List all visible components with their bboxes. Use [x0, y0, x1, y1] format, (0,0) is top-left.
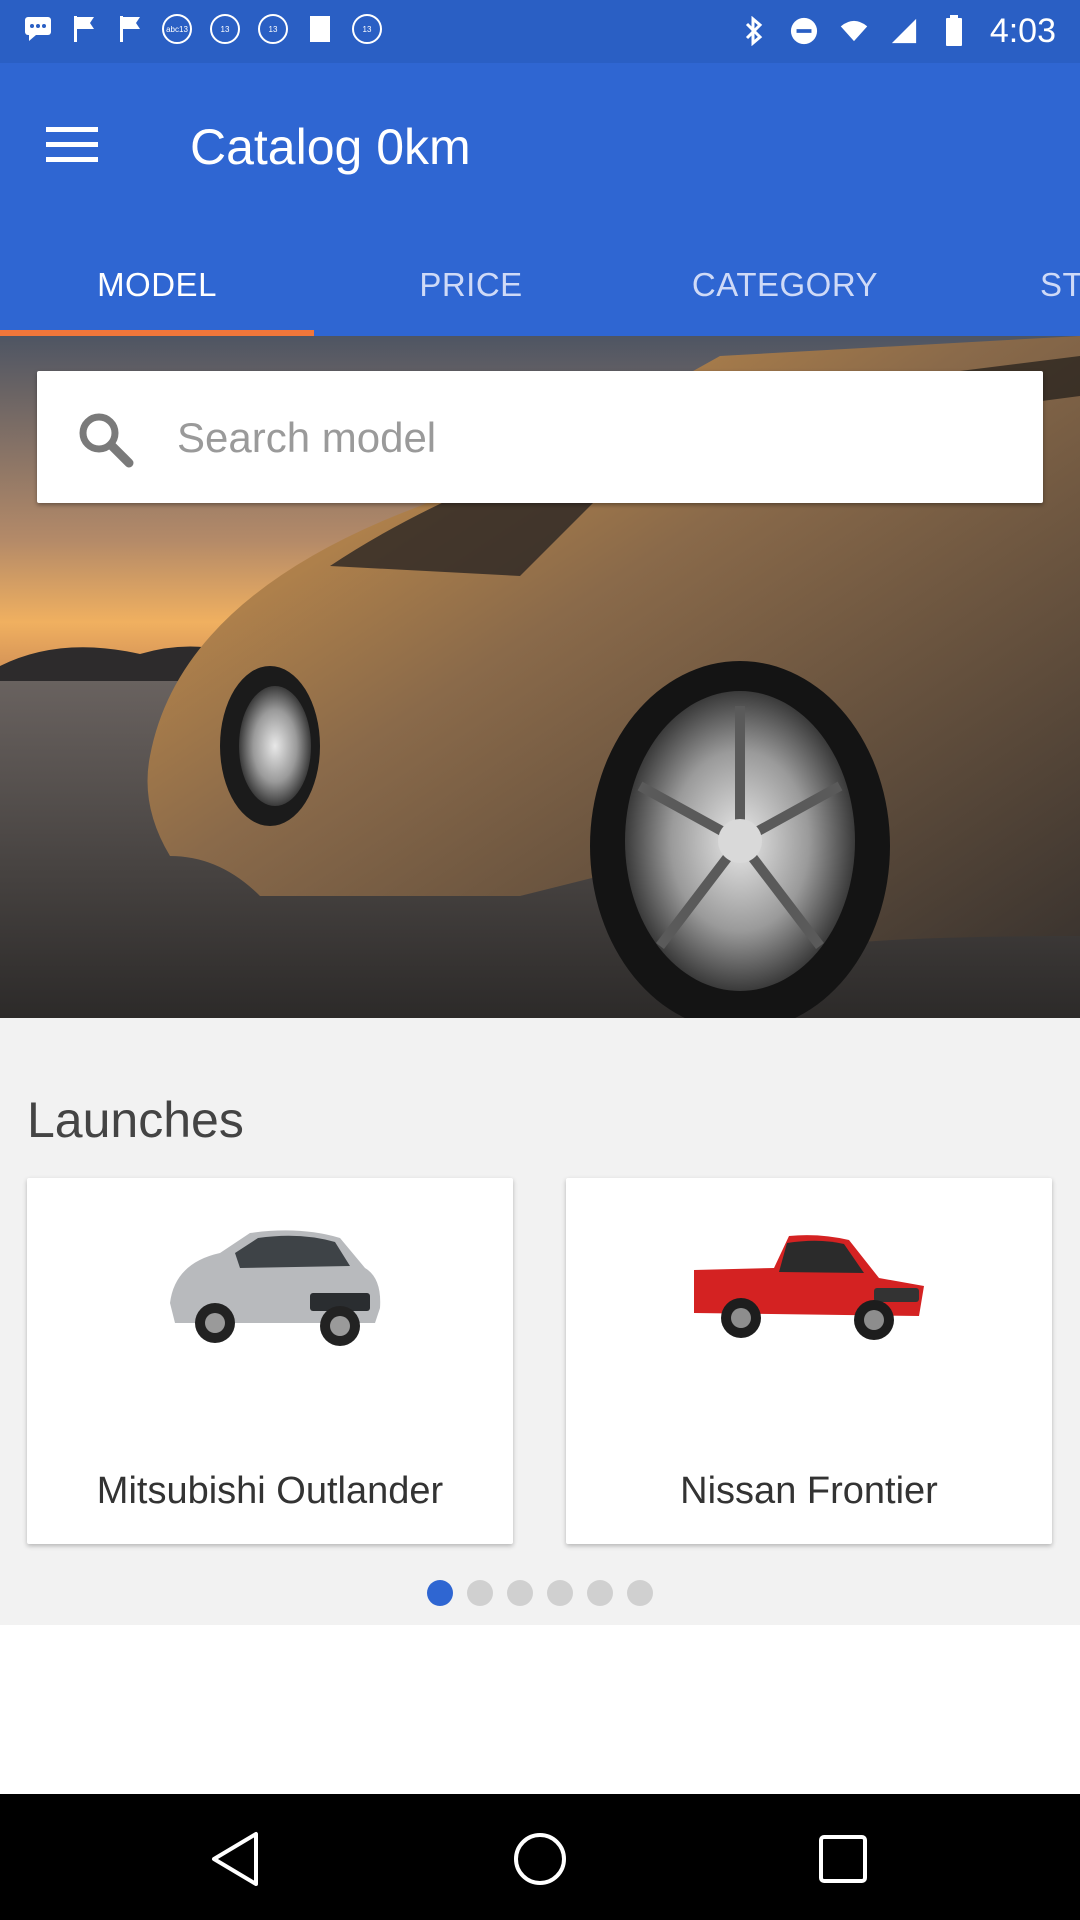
pager-dot[interactable]	[587, 1580, 613, 1606]
search-input[interactable]	[175, 401, 999, 475]
tab-partial[interactable]: ST	[1040, 233, 1080, 336]
flag-icon	[116, 15, 144, 43]
launch-card[interactable]: Mitsubishi Outlander	[27, 1178, 513, 1544]
search-icon	[79, 413, 134, 468]
signal-icon	[890, 17, 918, 45]
pager-dot[interactable]	[547, 1580, 573, 1606]
flag-icon	[70, 15, 98, 43]
tab-model[interactable]: MODEL	[0, 233, 314, 336]
tab-category[interactable]: CATEGORY	[628, 233, 942, 336]
battery-icon	[940, 15, 968, 46]
tab-bar: MODEL PRICE CATEGORY ST	[0, 233, 1080, 336]
search-box[interactable]	[37, 371, 1043, 503]
recents-button[interactable]	[803, 1819, 883, 1899]
pager-dot-active[interactable]	[427, 1580, 453, 1606]
navigation-bar	[0, 1794, 1080, 1920]
launches-section: Launches Mitsubishi Outlander Nissan Fro…	[0, 1018, 1080, 1625]
red-pickup-image	[566, 1208, 1052, 1368]
card-label: Mitsubishi Outlander	[96, 1470, 444, 1512]
carousel-pager	[0, 1580, 1080, 1606]
app-bar: Catalog 0km MODEL PRICE CATEGORY ST	[0, 63, 1080, 336]
square-icon	[306, 15, 334, 43]
back-icon	[212, 1832, 258, 1886]
channel-icon: 13	[258, 14, 288, 44]
silver-suv-image	[27, 1208, 513, 1368]
back-button[interactable]	[195, 1819, 275, 1899]
home-icon	[514, 1833, 566, 1885]
card-label: Nissan Frontier	[680, 1470, 938, 1512]
pager-dot[interactable]	[507, 1580, 533, 1606]
system-icons: 4:03	[740, 12, 1056, 50]
pager-dot[interactable]	[627, 1580, 653, 1606]
wifi-icon	[840, 17, 868, 45]
message-icon	[24, 15, 52, 43]
recents-icon	[819, 1835, 867, 1883]
status-time: 4:03	[989, 12, 1056, 50]
launches-title: Launches	[27, 1092, 244, 1148]
bluetooth-icon	[740, 16, 768, 46]
menu-button[interactable]	[40, 113, 104, 177]
tab-price[interactable]: PRICE	[314, 233, 628, 336]
channel-icon: 13	[210, 14, 240, 44]
notification-icons: abc13 13 13 13	[24, 14, 382, 44]
hamburger-menu-icon	[46, 127, 98, 162]
pager-dot[interactable]	[467, 1580, 493, 1606]
app-title: Catalog 0km	[190, 119, 471, 175]
channel-icon: 13	[352, 14, 382, 44]
do-not-disturb-icon	[790, 17, 818, 45]
channel-icon: abc13	[162, 14, 192, 44]
home-button[interactable]	[500, 1819, 580, 1899]
status-bar: abc13 13 13 13 4:03	[0, 0, 1080, 63]
launch-card[interactable]: Nissan Frontier	[566, 1178, 1052, 1544]
